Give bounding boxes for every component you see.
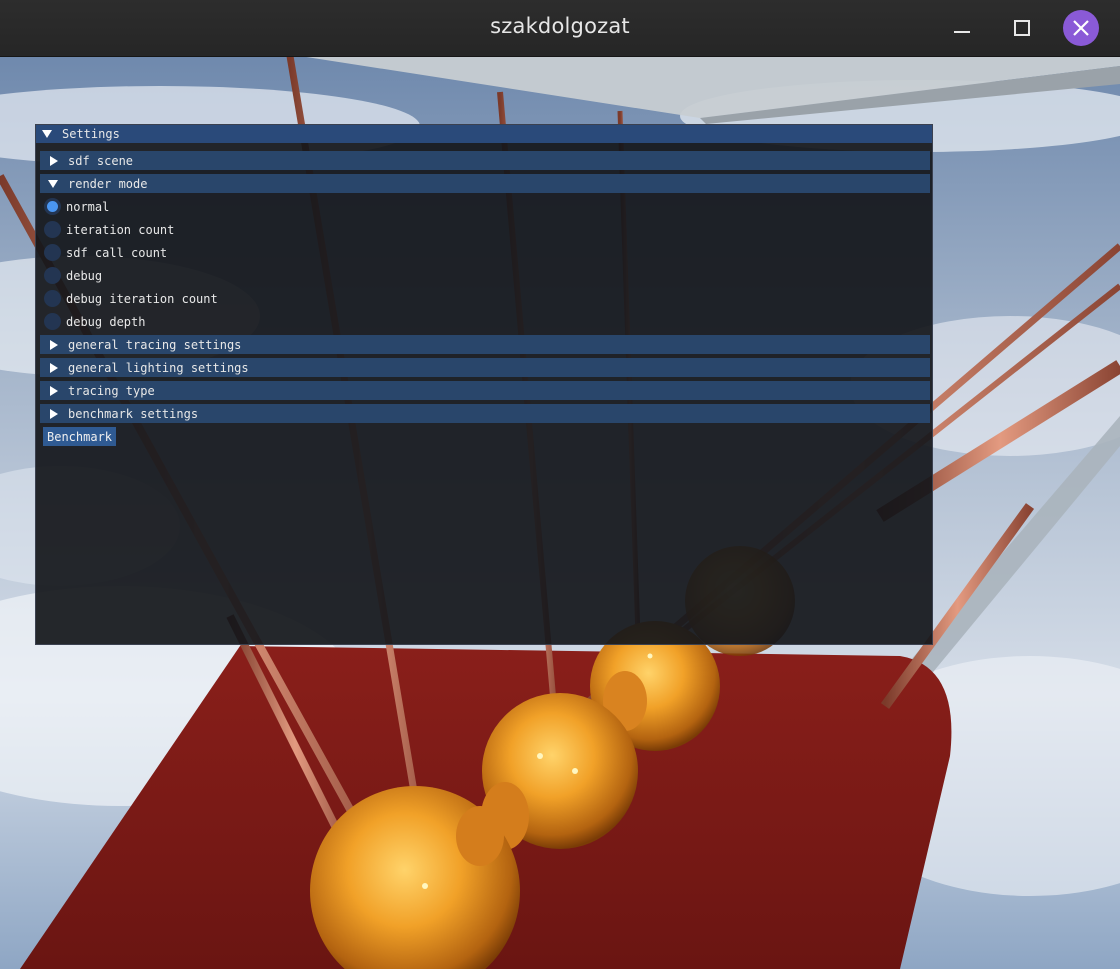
header-general-tracing-settings[interactable]: general tracing settings bbox=[40, 335, 930, 354]
radio-label: debug iteration count bbox=[66, 291, 218, 306]
radio-label: debug depth bbox=[66, 314, 146, 329]
header-label: sdf scene bbox=[68, 153, 134, 168]
radio-debug-iteration-count[interactable]: debug iteration count bbox=[44, 289, 218, 308]
title-bar[interactable]: szakdolgozat bbox=[0, 0, 1120, 57]
radio-label: normal bbox=[66, 199, 110, 214]
header-tracing-type[interactable]: tracing type bbox=[40, 381, 930, 400]
radio-button[interactable] bbox=[44, 198, 61, 215]
radio-button[interactable] bbox=[44, 244, 61, 261]
maximize-icon bbox=[1014, 20, 1030, 36]
radio-button[interactable] bbox=[44, 290, 61, 307]
expand-arrow-icon bbox=[50, 155, 58, 166]
minimize-button[interactable] bbox=[944, 10, 980, 46]
minimize-icon bbox=[954, 31, 970, 33]
radio-debug[interactable]: debug bbox=[44, 266, 102, 285]
header-label: general tracing settings bbox=[68, 337, 242, 352]
settings-title: Settings bbox=[62, 127, 120, 141]
radio-sdf-call-count[interactable]: sdf call count bbox=[44, 243, 167, 262]
radio-button[interactable] bbox=[44, 267, 61, 284]
radio-iteration-count[interactable]: iteration count bbox=[44, 220, 174, 239]
close-button[interactable] bbox=[1063, 10, 1099, 46]
close-icon bbox=[1073, 20, 1089, 36]
settings-title-bar[interactable]: Settings bbox=[36, 125, 932, 143]
expand-arrow-icon bbox=[50, 339, 58, 350]
radio-normal[interactable]: normal bbox=[44, 197, 109, 216]
expand-arrow-icon bbox=[50, 408, 58, 419]
header-benchmark-settings[interactable]: benchmark settings bbox=[40, 404, 930, 423]
collapse-arrow-icon bbox=[48, 179, 58, 188]
header-label: general lighting settings bbox=[68, 360, 249, 375]
collapse-arrow-icon[interactable] bbox=[42, 130, 52, 138]
maximize-button[interactable] bbox=[1004, 10, 1040, 46]
settings-window: Settings sdf scene render mode normal it… bbox=[35, 124, 933, 645]
radio-label: sdf call count bbox=[66, 245, 168, 260]
header-label: tracing type bbox=[68, 383, 155, 398]
expand-arrow-icon bbox=[50, 362, 58, 373]
header-label: benchmark settings bbox=[68, 406, 199, 421]
benchmark-button[interactable]: Benchmark bbox=[43, 427, 117, 446]
header-sdf-scene[interactable]: sdf scene bbox=[40, 151, 930, 170]
radio-selected-icon bbox=[47, 201, 58, 212]
radio-button[interactable] bbox=[44, 221, 61, 238]
radio-label: iteration count bbox=[66, 222, 175, 237]
radio-label: debug bbox=[66, 268, 103, 283]
expand-arrow-icon bbox=[50, 385, 58, 396]
header-label: render mode bbox=[68, 176, 148, 191]
header-general-lighting-settings[interactable]: general lighting settings bbox=[40, 358, 930, 377]
header-render-mode[interactable]: render mode bbox=[40, 174, 930, 193]
radio-debug-depth[interactable]: debug depth bbox=[44, 312, 145, 331]
radio-button[interactable] bbox=[44, 313, 61, 330]
app-window: szakdolgozat Settings sdf scene render m… bbox=[0, 0, 1120, 969]
